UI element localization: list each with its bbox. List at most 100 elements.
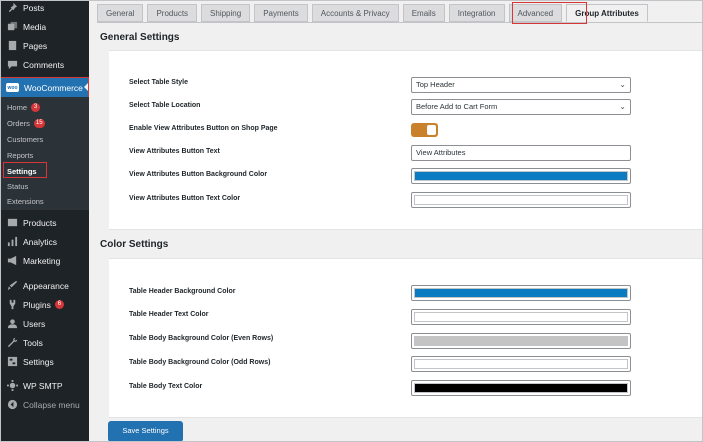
sidebar-item-appearance[interactable]: Appearance [0, 276, 89, 295]
sidebar-item-label: Collapse menu [23, 399, 80, 410]
notification-badge: 15 [33, 119, 45, 128]
sidebar-item-comments[interactable]: Comments [0, 55, 89, 74]
header-bg-color-label: Table Header Background Color [129, 288, 236, 295]
sidebar-item-label: Analytics [23, 236, 58, 247]
body-odd-color-label: Table Body Background Color (Odd Rows) [129, 359, 271, 366]
admin-sidebar: Posts Media Pages Comments woo WooCommer… [0, 0, 89, 442]
sidebar-item-pages[interactable]: Pages [0, 36, 89, 55]
users-icon [6, 318, 18, 330]
analytics-icon [6, 236, 18, 248]
color-swatch [414, 288, 628, 298]
tab-shipping[interactable]: Shipping [201, 4, 251, 22]
sidebar-item-label: Comments [23, 59, 65, 70]
header-text-color-label: Table Header Text Color [129, 311, 209, 318]
button-text-color-picker[interactable] [411, 192, 631, 208]
button-bg-color-picker[interactable] [411, 168, 631, 184]
sidebar-item-label: Posts [23, 2, 45, 13]
body-text-color-label: Table Body Text Color [129, 383, 203, 390]
sidebar-item-posts[interactable]: Posts [0, 0, 89, 17]
main-content: General Products Shipping Payments Accou… [89, 0, 703, 442]
settings-icon [6, 356, 18, 368]
tab-payments[interactable]: Payments [254, 4, 308, 22]
sidebar-item-analytics[interactable]: Analytics [0, 232, 89, 251]
submenu-item-extensions[interactable]: Extensions [7, 197, 44, 206]
sidebar-item-users[interactable]: Users [0, 314, 89, 333]
sidebar-item-tools[interactable]: Tools [0, 333, 89, 352]
sidebar-item-label: Marketing [23, 255, 61, 266]
submenu-item-reports[interactable]: Reports [7, 151, 33, 160]
tab-products[interactable]: Products [147, 4, 198, 22]
enable-button-toggle[interactable] [411, 123, 438, 137]
group-attributes-highlight-box [512, 2, 587, 24]
header-bg-color-picker[interactable] [411, 285, 631, 301]
color-swatch [414, 359, 628, 369]
sidebar-item-products[interactable]: Products [0, 213, 89, 232]
color-swatch [414, 383, 628, 393]
collapse-menu-button[interactable]: Collapse menu [0, 395, 89, 414]
tab-general[interactable]: General [97, 4, 144, 22]
button-text-input[interactable]: View Attributes [411, 145, 631, 161]
sidebar-item-wp-smtp[interactable]: WP SMTP [0, 376, 89, 395]
body-odd-color-picker[interactable] [411, 356, 631, 372]
sidebar-item-label: WP SMTP [23, 380, 63, 391]
media-icon [6, 21, 18, 33]
button-text-label: View Attributes Button Text [129, 148, 220, 155]
comments-icon [6, 59, 18, 71]
sidebar-item-media[interactable]: Media [0, 17, 89, 36]
submenu-label: Home [7, 103, 28, 112]
submenu-label: Orders [7, 119, 30, 128]
submenu-item-customers[interactable]: Customers [7, 135, 43, 144]
table-location-label: Select Table Location [129, 102, 201, 109]
notification-badge: 3 [31, 103, 41, 112]
tab-emails[interactable]: Emails [402, 4, 445, 22]
sidebar-item-marketing[interactable]: Marketing [0, 251, 89, 270]
tab-divider [97, 22, 703, 23]
sidebar-item-label: Products [23, 217, 57, 228]
products-icon [6, 217, 18, 229]
table-style-label: Select Table Style [129, 79, 189, 86]
save-settings-button[interactable]: Save Settings [108, 421, 183, 442]
appearance-icon [6, 280, 18, 292]
sidebar-item-label: Media [23, 21, 47, 32]
pin-icon [6, 2, 18, 14]
color-swatch [414, 195, 628, 205]
sidebar-item-settings[interactable]: Settings [0, 352, 89, 371]
sidebar-item-label: Plugins [23, 299, 51, 310]
tools-icon [6, 337, 18, 349]
button-bg-color-label: View Attributes Button Background Color [129, 171, 268, 178]
smtp-icon [6, 380, 18, 392]
submenu-item-orders[interactable]: Orders 15 [7, 119, 45, 128]
sidebar-item-label: Appearance [23, 280, 69, 291]
settings-highlight-box [3, 162, 47, 178]
toggle-knob [427, 125, 436, 135]
chevron-down-icon: ⌄ [619, 102, 626, 111]
table-location-value: Before Add to Cart Form [416, 102, 498, 111]
body-text-color-picker[interactable] [411, 380, 631, 396]
color-swatch [414, 312, 628, 322]
header-text-color-picker[interactable] [411, 309, 631, 325]
color-swatch [414, 171, 628, 181]
body-even-color-picker[interactable] [411, 333, 631, 349]
body-even-color-label: Table Body Background Color (Even Rows) [129, 335, 274, 342]
general-settings-title: General Settings [100, 32, 180, 43]
sidebar-item-label: Tools [23, 337, 43, 348]
pages-icon [6, 40, 18, 52]
color-swatch [414, 336, 628, 346]
submenu-item-status[interactable]: Status [7, 182, 28, 191]
submenu-item-home[interactable]: Home 3 [7, 103, 41, 112]
sidebar-item-label: Settings [23, 356, 54, 367]
marketing-icon [6, 255, 18, 267]
sidebar-item-label: Pages [23, 40, 48, 51]
table-style-select[interactable]: Top Header ⌄ [411, 77, 631, 93]
button-text-color-label: View Attributes Button Text Color [129, 195, 241, 202]
enable-button-label: Enable View Attributes Button on Shop Pa… [129, 125, 278, 132]
sidebar-item-plugins[interactable]: Plugins 6 [0, 295, 89, 314]
tab-accounts-privacy[interactable]: Accounts & Privacy [311, 4, 399, 22]
plugins-icon [6, 299, 18, 311]
table-location-select[interactable]: Before Add to Cart Form ⌄ [411, 99, 631, 115]
color-settings-title: Color Settings [100, 239, 169, 250]
collapse-icon [6, 399, 18, 411]
table-style-value: Top Header [416, 80, 455, 89]
sidebar-item-label: Users [23, 318, 46, 329]
tab-integration[interactable]: Integration [448, 4, 505, 22]
